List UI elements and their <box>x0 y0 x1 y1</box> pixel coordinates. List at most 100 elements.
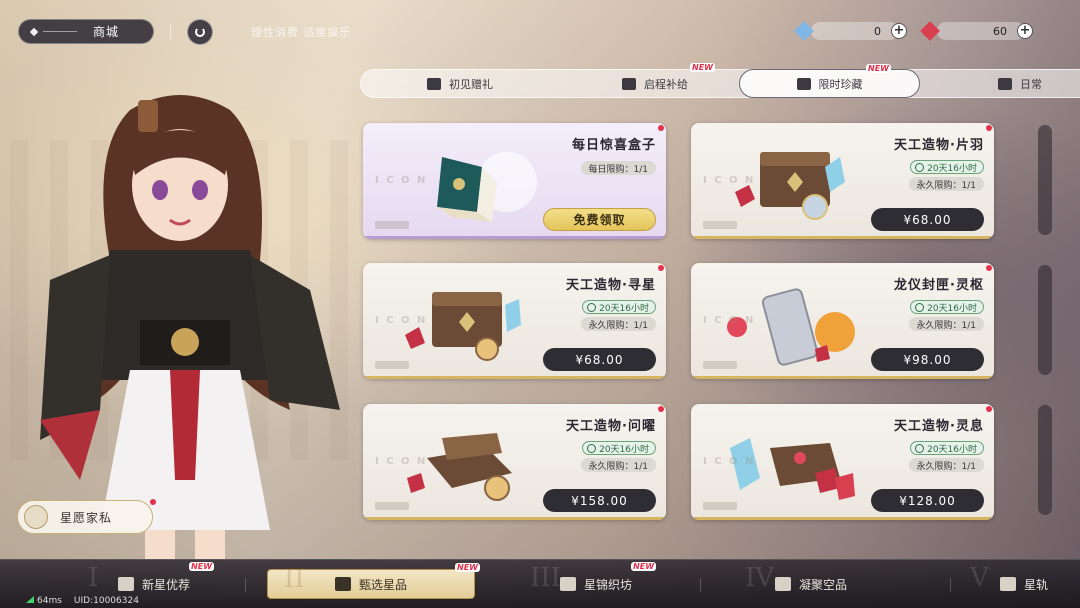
consumption-notice: 理性消费 适度娱乐 <box>251 26 352 39</box>
product-title: 天工造物·灵息 <box>894 419 984 434</box>
loom-icon <box>560 577 576 591</box>
notification-dot <box>658 265 664 271</box>
product-title: 龙仪封匣·灵枢 <box>894 278 984 293</box>
add-currency-button[interactable]: + <box>891 23 907 39</box>
divider <box>170 24 171 40</box>
time-remaining: 20天16小时 <box>582 300 656 314</box>
product-card[interactable]: I C O N 天工造物·问曜 20天16小时 永久限购：1/1 ¥158.00 <box>363 404 666 520</box>
tab-label: 初见赠礼 <box>449 77 493 91</box>
divider <box>700 578 701 592</box>
thumbs-up-icon <box>118 577 134 591</box>
time-remaining: 20天16小时 <box>910 300 984 314</box>
currency-value: 60 <box>993 24 1007 38</box>
notification-dot <box>150 499 156 505</box>
furniture-icon <box>24 505 48 529</box>
tab-first-gift[interactable]: 初见赠礼 <box>400 69 520 98</box>
new-badge: NEW <box>455 563 480 572</box>
buy-button[interactable]: ¥98.00 <box>871 348 984 371</box>
product-title: 每日惊喜盒子 <box>571 138 656 153</box>
tab-limited-collection[interactable]: 限时珍藏 NEW <box>739 64 920 98</box>
notification-dot <box>986 125 992 131</box>
nav-label: 凝聚空品 <box>799 577 848 592</box>
product-card[interactable]: I C O N 龙仪封匣·灵枢 20天16小时 永久限购：1/1 ¥98.00 <box>691 263 994 379</box>
nav-selected-goods[interactable]: II 甄选星品 NEW <box>267 563 480 599</box>
red-gem-icon <box>920 21 940 41</box>
buy-button[interactable]: ¥68.00 <box>543 348 656 371</box>
nav-label: 甄选星品 <box>358 577 407 592</box>
divider <box>43 31 77 32</box>
tab-label: 日常 <box>1020 77 1042 91</box>
currency-red-gem: 60 + <box>920 21 1033 41</box>
nav-roman-numeral: III <box>530 563 561 593</box>
purchase-limit: 永久限购：1/1 <box>908 317 984 331</box>
orbit-icon <box>1000 577 1016 591</box>
nav-star-brocade-workshop[interactable]: III 星锦织坊 NEW <box>530 562 657 599</box>
bottom-navigation: I 新星优荐 NEW II 甄选星品 NEW III 星锦织坊 NEW IV 凝… <box>0 559 1080 608</box>
time-remaining: 20天16小时 <box>582 441 656 455</box>
shop-label: 商城 <box>93 25 120 39</box>
purchase-limit: 永久限购：1/1 <box>908 177 984 191</box>
tab-label: 启程补给 <box>644 77 688 91</box>
diamond-icon <box>29 27 39 36</box>
product-card[interactable]: I C O N 天工造物·寻星 20天16小时 永久限购：1/1 ¥68.00 <box>363 263 666 379</box>
product-card[interactable]: I C O N 天工造物·灵息 20天16小时 永久限购：1/1 ¥128.00 <box>691 404 994 520</box>
nav-label: 新星优荐 <box>142 577 191 592</box>
tab-label: 限时珍藏 <box>818 77 863 91</box>
wish-furniture-button[interactable]: 星愿家私 <box>17 499 156 534</box>
calendar-icon <box>998 77 1012 90</box>
purchase-limit: 永久限购：1/1 <box>580 458 656 472</box>
nav-roman-numeral: IV <box>745 563 775 593</box>
buy-button[interactable]: ¥128.00 <box>871 489 984 512</box>
nav-condensed-items[interactable]: IV 凝聚空品 <box>745 563 848 599</box>
product-title: 天工造物·片羽 <box>894 138 984 153</box>
gift-box-icon <box>334 577 351 591</box>
shop-title-pill[interactable]: 商城 <box>18 19 154 44</box>
new-badge: NEW <box>866 64 891 73</box>
category-tabs: 初见赠礼 启程补给 NEW 限时珍藏 NEW 日常 <box>360 63 1080 98</box>
wish-furniture-label: 星愿家私 <box>60 510 113 525</box>
currency-value: 0 <box>874 24 881 38</box>
nav-label: 星轨 <box>1024 577 1049 592</box>
new-badge: NEW <box>631 562 657 571</box>
home-button[interactable] <box>187 19 213 45</box>
crystal-icon <box>775 577 791 591</box>
product-card[interactable]: I C O N 每日惊喜盒子 每日限购：1/1 免费领取 <box>363 123 666 239</box>
uid-readout: UID:10006324 <box>73 596 139 606</box>
product-title: 天工造物·寻星 <box>566 278 656 293</box>
purchase-limit: 每日限购：1/1 <box>580 161 656 175</box>
home-icon <box>195 27 205 37</box>
nav-roman-numeral: II <box>284 564 305 594</box>
nav-new-star-picks[interactable]: I 新星优荐 NEW <box>88 562 215 599</box>
currency-star-crystal: 0 + <box>794 21 907 41</box>
divider <box>245 578 246 592</box>
new-badge: NEW <box>189 562 215 571</box>
product-card[interactable]: I C O N 天工造物·片羽 20天16小时 永久限购：1/1 ¥68.00 <box>691 123 994 239</box>
ping-readout: 64ms <box>26 596 62 606</box>
tab-departure-supply[interactable]: 启程补给 NEW <box>595 63 715 98</box>
tab-daily[interactable]: 日常 <box>980 69 1060 98</box>
purchase-limit: 永久限购：1/1 <box>908 458 984 472</box>
supply-icon <box>622 77 636 90</box>
product-title: 天工造物·问曜 <box>566 419 656 434</box>
nav-roman-numeral: V <box>970 563 989 593</box>
purchase-limit: 永久限购：1/1 <box>580 317 656 331</box>
nav-roman-numeral: I <box>88 563 99 593</box>
star-crystal-icon <box>794 21 814 41</box>
notification-dot <box>658 406 664 412</box>
nav-label: 星锦织坊 <box>584 577 633 592</box>
notification-dot <box>986 265 992 271</box>
nav-star-orbit[interactable]: V 星轨 <box>970 563 1049 599</box>
notification-dot <box>658 125 664 131</box>
notification-dot <box>986 406 992 412</box>
time-remaining: 20天16小时 <box>910 441 984 455</box>
buy-button[interactable]: ¥158.00 <box>543 489 656 512</box>
status-bar: 64ms UID:10006324 <box>26 596 139 606</box>
character-illustration <box>40 95 340 560</box>
add-currency-button[interactable]: + <box>1017 23 1033 39</box>
signal-icon <box>26 596 34 603</box>
new-badge: NEW <box>690 63 715 72</box>
gift-icon <box>427 77 441 90</box>
claim-free-button[interactable]: 免费领取 <box>543 208 656 231</box>
buy-button[interactable]: ¥68.00 <box>871 208 984 231</box>
chest-icon <box>796 77 811 90</box>
